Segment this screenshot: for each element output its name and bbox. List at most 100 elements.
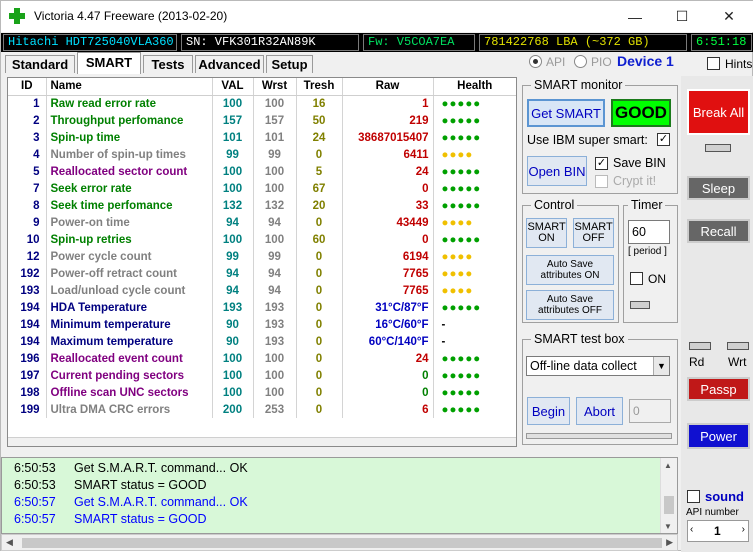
attr-health: ●●●●● bbox=[441, 131, 482, 144]
table-row[interactable]: 8 Seek time perfomance 132 132 20 33 ●●●●● bbox=[8, 197, 516, 214]
attr-tresh: 50 bbox=[296, 112, 343, 129]
table-row[interactable]: 1 Raw read error rate 100 100 16 1 ●●●●● bbox=[8, 95, 516, 112]
sound-checkbox[interactable] bbox=[687, 490, 700, 503]
attr-wrst: 100 bbox=[253, 350, 297, 367]
timer-on-checkbox[interactable] bbox=[630, 272, 643, 285]
attr-tresh: 0 bbox=[296, 248, 343, 265]
table-row[interactable]: 193 Load/unload cycle count 94 94 0 7765 ●●●● bbox=[8, 282, 516, 299]
drive-info-bar: Hitachi HDT725040VLA360 SN: VFK301R32AN8… bbox=[1, 33, 753, 52]
attr-raw: 219 bbox=[342, 112, 434, 129]
col-wrst[interactable]: Wrst bbox=[253, 78, 297, 96]
api-number-spinner[interactable]: ‹ 1 › bbox=[687, 520, 749, 542]
table-row[interactable]: 192 Power-off retract count 94 94 0 7765 ●●●● bbox=[8, 265, 516, 282]
table-row[interactable]: 199 Ultra DMA CRC errors 200 253 0 6 ●●●●● bbox=[8, 401, 516, 418]
tab-setup[interactable]: Setup bbox=[266, 55, 313, 73]
open-bin-button[interactable]: Open BIN bbox=[527, 156, 587, 186]
pio-radio[interactable] bbox=[574, 55, 587, 68]
attr-name: Offline scan UNC sectors bbox=[46, 384, 213, 401]
tab-standard[interactable]: Standard bbox=[5, 55, 75, 73]
table-row[interactable]: 3 Spin-up time 101 101 24 38687015407 ●●●●● bbox=[8, 129, 516, 146]
table-row[interactable]: 4 Number of spin-up times 99 99 0 6411 ●●●● bbox=[8, 146, 516, 163]
passp-button[interactable]: Passp bbox=[687, 377, 750, 401]
attr-raw: 6194 bbox=[342, 248, 434, 265]
attr-val: 99 bbox=[212, 146, 254, 163]
attr-raw: 38687015407 bbox=[342, 129, 434, 146]
spinner-down-icon[interactable]: ‹ bbox=[690, 524, 693, 535]
table-row[interactable]: 10 Spin-up retries 100 100 60 0 ●●●●● bbox=[8, 231, 516, 248]
recall-button[interactable]: Recall bbox=[687, 219, 750, 243]
attr-val: 90 bbox=[212, 333, 254, 350]
log-message: SMART status = GOOD bbox=[74, 512, 207, 526]
table-row[interactable]: 2 Throughput perfomance 157 157 50 219 ●●●●● bbox=[8, 112, 516, 129]
table-row[interactable]: 194 Maximum temperature 90 193 0 60°C/140°F - bbox=[8, 333, 516, 350]
attr-health: ●●●● bbox=[441, 284, 474, 297]
api-radio[interactable] bbox=[529, 55, 542, 68]
spinner-up-icon[interactable]: › bbox=[742, 524, 745, 535]
log-horizontal-scrollbar[interactable]: ◀ ▶ bbox=[1, 534, 678, 551]
begin-button[interactable]: Begin bbox=[527, 397, 570, 425]
attr-name: Minimum temperature bbox=[46, 316, 213, 333]
col-id[interactable]: ID bbox=[8, 78, 47, 96]
table-row[interactable]: 196 Reallocated event count 100 100 0 24 ●●●●● bbox=[8, 350, 516, 367]
attr-wrst: 193 bbox=[253, 333, 297, 350]
attr-health: ●●●●● bbox=[441, 369, 482, 382]
table-row[interactable]: 12 Power cycle count 99 99 0 6194 ●●●● bbox=[8, 248, 516, 265]
smart-monitor-group: SMART monitor Get SMART GOOD Use IBM sup… bbox=[522, 78, 678, 194]
autosave-off-button[interactable]: Auto Save attributes OFF bbox=[526, 290, 614, 320]
autosave-on-button[interactable]: Auto Save attributes ON bbox=[526, 255, 614, 285]
minimize-button[interactable]: — bbox=[612, 1, 658, 32]
attr-tresh: 0 bbox=[296, 146, 343, 163]
table-header-row: ID Name VAL Wrst Tresh Raw Health bbox=[8, 78, 516, 96]
tab-advanced[interactable]: Advanced bbox=[195, 55, 264, 73]
table-row[interactable]: 194 HDA Temperature 193 193 0 31°C/87°F ●●●●● bbox=[8, 299, 516, 316]
col-tresh[interactable]: Tresh bbox=[296, 78, 343, 96]
attr-tresh: 0 bbox=[296, 401, 343, 418]
chevron-down-icon[interactable]: ▼ bbox=[653, 357, 669, 375]
tab-smart[interactable]: SMART bbox=[77, 52, 141, 74]
attr-name: Power-on time bbox=[46, 214, 213, 231]
table-horizontal-scrollbar[interactable] bbox=[8, 437, 516, 446]
log-vertical-scrollbar[interactable]: ▲ ▼ bbox=[660, 458, 677, 533]
power-button[interactable]: Power bbox=[687, 423, 750, 449]
break-all-button[interactable]: Break All bbox=[687, 89, 750, 135]
attr-id: 5 bbox=[8, 163, 47, 180]
tab-tests[interactable]: Tests bbox=[143, 55, 193, 73]
smart-off-button[interactable]: SMART OFF bbox=[573, 218, 614, 248]
table-row[interactable]: 198 Offline scan UNC sectors 100 100 0 0 ●●●●● bbox=[8, 384, 516, 401]
title-bar: Victoria 4.47 Freeware (2013-02-20) — ☐ … bbox=[1, 1, 753, 32]
attr-raw: 16°C/60°F bbox=[342, 316, 434, 333]
table-row[interactable]: 7 Seek error rate 100 100 67 0 ●●●●● bbox=[8, 180, 516, 197]
col-val[interactable]: VAL bbox=[212, 78, 254, 96]
ibm-super-smart-checkbox[interactable]: ✓ bbox=[657, 133, 670, 146]
smart-on-button[interactable]: SMART ON bbox=[526, 218, 567, 248]
attr-val: 100 bbox=[212, 367, 254, 384]
test-type-select[interactable]: Off-line data collect ▼ bbox=[526, 356, 670, 376]
get-smart-button[interactable]: Get SMART bbox=[527, 99, 605, 127]
sleep-button[interactable]: Sleep bbox=[687, 176, 750, 200]
attr-wrst: 253 bbox=[253, 401, 297, 418]
table-row[interactable]: 194 Minimum temperature 90 193 0 16°C/60°F - bbox=[8, 316, 516, 333]
attr-name: Power-off retract count bbox=[46, 265, 213, 282]
log-message: Get S.M.A.R.T. command... OK bbox=[74, 495, 248, 509]
timer-period-input[interactable]: 60 bbox=[628, 220, 670, 244]
crypt-checkbox[interactable] bbox=[595, 175, 608, 188]
table-row[interactable]: 197 Current pending sectors 100 100 0 0 ●●●●● bbox=[8, 367, 516, 384]
abort-button[interactable]: Abort bbox=[576, 397, 623, 425]
table-row[interactable]: 5 Reallocated sector count 100 100 5 24 ●●●●● bbox=[8, 163, 516, 180]
close-button[interactable]: ✕ bbox=[706, 1, 752, 32]
col-name[interactable]: Name bbox=[46, 78, 213, 96]
attr-wrst: 100 bbox=[253, 180, 297, 197]
attr-id: 2 bbox=[8, 112, 47, 129]
attr-raw: 1 bbox=[342, 95, 434, 112]
maximize-button[interactable]: ☐ bbox=[659, 1, 705, 32]
col-raw[interactable]: Raw bbox=[342, 78, 434, 96]
attr-health: ●●●● bbox=[441, 250, 474, 263]
table-row[interactable]: 9 Power-on time 94 94 0 43449 ●●●● bbox=[8, 214, 516, 231]
hints-checkbox[interactable] bbox=[707, 57, 720, 70]
attr-raw: 0 bbox=[342, 180, 434, 197]
attr-id: 9 bbox=[8, 214, 47, 231]
device-label[interactable]: Device 1 bbox=[617, 53, 674, 69]
col-health[interactable]: Health bbox=[433, 78, 516, 96]
api-label: API bbox=[546, 55, 566, 69]
save-bin-checkbox[interactable]: ✓ bbox=[595, 157, 608, 170]
